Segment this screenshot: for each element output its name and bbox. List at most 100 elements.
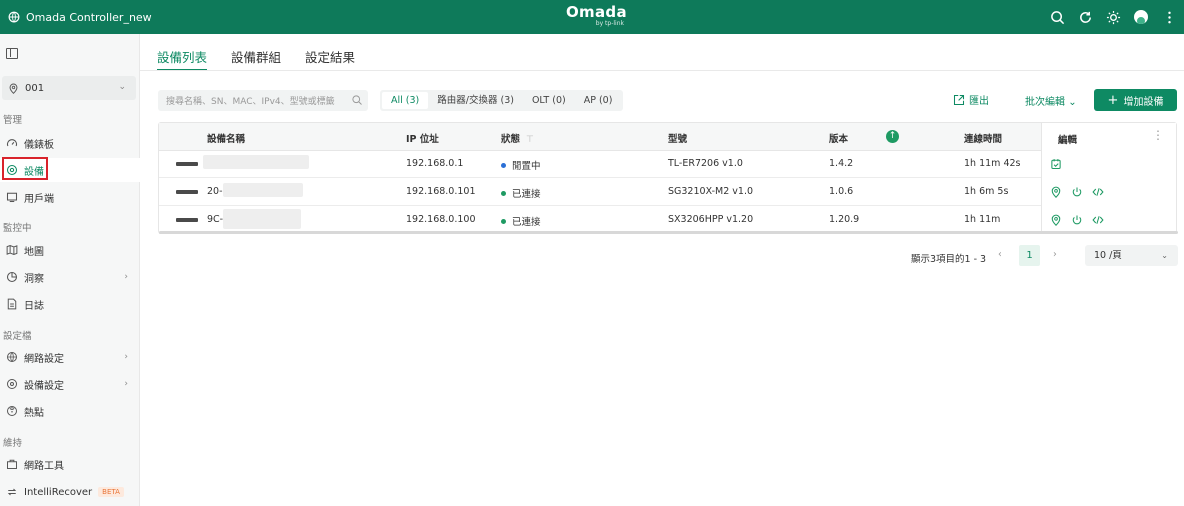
col-uptime[interactable]: 連線時間 xyxy=(964,131,1002,145)
filter-ap[interactable]: AP (0) xyxy=(575,92,622,109)
brand-name: Omada xyxy=(566,3,627,21)
filter-router-switch[interactable]: 路由器/交換器 (3) xyxy=(428,92,523,109)
batch-edit-label: 批次編輯 xyxy=(1025,97,1065,108)
toolbox-icon xyxy=(7,459,17,469)
upgrade-arrow-icon[interactable]: ↑ xyxy=(886,130,899,143)
cell-version: 1.4.2 xyxy=(829,158,854,169)
table-row[interactable]: 192.168.0.1 閒置中 TL-ER7206 v1.0 1.4.2 1h … xyxy=(159,151,1176,178)
site-selector[interactable]: 001 ⌄ xyxy=(2,76,136,100)
col-name[interactable]: 設備名稱 xyxy=(207,131,245,145)
chevron-down-icon: ⌄ xyxy=(1068,97,1077,108)
filter-icon[interactable]: ⊤ xyxy=(526,135,534,145)
search-icon xyxy=(352,95,362,105)
cli-icon[interactable] xyxy=(1092,214,1104,226)
cell-status: 已連接 xyxy=(501,186,541,200)
sidebar-item-label: 熱點 xyxy=(24,407,44,419)
sidebar-item-hotspot[interactable]: 熱點 xyxy=(0,399,140,423)
cell-name: 20- xyxy=(207,186,223,197)
cell-ip: 192.168.0.1 xyxy=(406,158,464,169)
column-settings-icon[interactable]: ⋮ xyxy=(1152,128,1164,142)
locate-icon[interactable] xyxy=(1050,214,1062,226)
locate-icon[interactable] xyxy=(1050,186,1062,198)
cell-model: TL-ER7206 v1.0 xyxy=(668,158,743,169)
page-size-select[interactable]: 10 /頁 ⌄ xyxy=(1085,245,1178,266)
globe-icon xyxy=(7,352,17,362)
omada-logo: Omada by tp-link xyxy=(566,3,627,28)
log-icon xyxy=(7,298,17,310)
brand-sub: by tp-link xyxy=(595,20,624,27)
add-device-button[interactable]: + 增加設備 xyxy=(1094,89,1177,111)
export-icon xyxy=(953,94,965,105)
search-input[interactable]: 搜尋名稱、SN、MAC、IPv4、型號或標籤 xyxy=(158,90,368,111)
col-status[interactable]: 狀態 ⊤ xyxy=(501,131,534,145)
sidebar-item-clients[interactable]: 用戶端 xyxy=(0,185,140,209)
cell-status: 閒置中 xyxy=(501,158,541,172)
user-avatar-button[interactable] xyxy=(1132,8,1150,26)
page-number[interactable]: 1 xyxy=(1019,245,1040,266)
table-row[interactable]: 9C- 192.168.0.100 已連接 SX3206HPP v1.20 1.… xyxy=(159,207,1176,234)
pagination-summary: 顯示3項目的1 - 3 xyxy=(911,254,987,265)
router-icon xyxy=(176,162,198,166)
horizontal-scrollbar[interactable] xyxy=(159,231,1178,234)
device-tabs: 設備列表 設備群組 設定結果 xyxy=(157,40,379,71)
row-actions xyxy=(1050,214,1104,226)
status-text: 閒置中 xyxy=(512,161,541,172)
filter-all[interactable]: All (3) xyxy=(382,92,429,109)
site-title[interactable]: Omada Controller_new xyxy=(8,0,152,34)
highlight-box xyxy=(2,157,48,180)
sidebar-item-map[interactable]: 地圖 xyxy=(0,238,140,262)
sidebar-item-intellirecover[interactable]: IntelliRecover BETA xyxy=(0,480,140,504)
sidebar-item-dashboard[interactable]: 儀錶板 xyxy=(0,131,140,155)
reboot-icon[interactable] xyxy=(1071,214,1083,226)
refresh-button[interactable] xyxy=(1076,8,1094,26)
tab-device-list[interactable]: 設備列表 xyxy=(157,40,208,71)
next-page-icon[interactable]: › xyxy=(1053,249,1057,260)
chevron-right-icon: › xyxy=(124,352,128,362)
tab-device-groups[interactable]: 設備群組 xyxy=(231,40,281,70)
cell-ip: 192.168.0.101 xyxy=(406,186,476,197)
prev-page-icon[interactable]: ‹ xyxy=(998,249,1002,260)
search-placeholder: 搜尋名稱、SN、MAC、IPv4、型號或標籤 xyxy=(166,97,335,107)
sidebar-item-insight[interactable]: 洞察 › xyxy=(0,265,140,289)
export-label: 匯出 xyxy=(969,96,989,107)
table-row[interactable]: 20- 192.168.0.101 已連接 SG3210X-M2 v1.0 1.… xyxy=(159,179,1176,206)
col-version[interactable]: 版本 xyxy=(829,131,848,145)
sidebar-item-label: 地圖 xyxy=(24,246,44,258)
cell-uptime: 1h 11m xyxy=(964,214,1001,225)
tab-config-results[interactable]: 設定結果 xyxy=(305,40,355,70)
sidebar-item-label: 用戶端 xyxy=(24,193,54,205)
search-button[interactable] xyxy=(1048,8,1066,26)
col-status-label: 狀態 xyxy=(501,134,521,145)
col-ip[interactable]: IP 位址 xyxy=(406,131,439,145)
redacted-name xyxy=(223,183,303,197)
more-button[interactable] xyxy=(1160,8,1178,26)
theme-button[interactable] xyxy=(1104,8,1122,26)
adopt-icon[interactable] xyxy=(1050,158,1062,170)
cli-icon[interactable] xyxy=(1092,186,1104,198)
sidebar-item-network-config[interactable]: 網路設定 › xyxy=(0,345,140,369)
reboot-icon[interactable] xyxy=(1071,186,1083,198)
cell-name: 9C- xyxy=(207,214,224,225)
sidebar-toggle-icon[interactable] xyxy=(6,48,18,59)
sidebar-item-logs[interactable]: 日誌 xyxy=(0,292,140,316)
sidebar-item-network-tools[interactable]: 網路工具 xyxy=(0,452,140,476)
col-model[interactable]: 型號 xyxy=(668,131,687,145)
sidebar-item-label: 網路設定 xyxy=(24,353,64,365)
cell-model: SG3210X-M2 v1.0 xyxy=(668,186,754,197)
chevron-down-icon: ⌄ xyxy=(118,82,126,92)
chevron-right-icon: › xyxy=(124,379,128,389)
beta-badge: BETA xyxy=(98,487,124,497)
sidebar-item-label: 洞察 xyxy=(24,273,44,285)
table-header: 設備名稱 IP 位址 狀態 ⊤ 型號 版本 ↑ 連線時間 xyxy=(159,123,1176,151)
batch-edit-dropdown[interactable]: 批次編輯 ⌄ xyxy=(1025,93,1077,108)
export-button[interactable]: 匯出 xyxy=(953,92,989,107)
section-monitor: 監控中 xyxy=(3,223,32,234)
status-dot xyxy=(501,219,506,224)
filter-olt[interactable]: OLT (0) xyxy=(523,92,575,109)
monitor-icon xyxy=(6,192,18,203)
redacted-name xyxy=(203,155,309,169)
search-icon xyxy=(1050,10,1064,24)
row-actions xyxy=(1050,186,1104,198)
section-manage: 管理 xyxy=(3,115,23,126)
sidebar-item-device-config[interactable]: 設備設定 › xyxy=(0,372,140,396)
